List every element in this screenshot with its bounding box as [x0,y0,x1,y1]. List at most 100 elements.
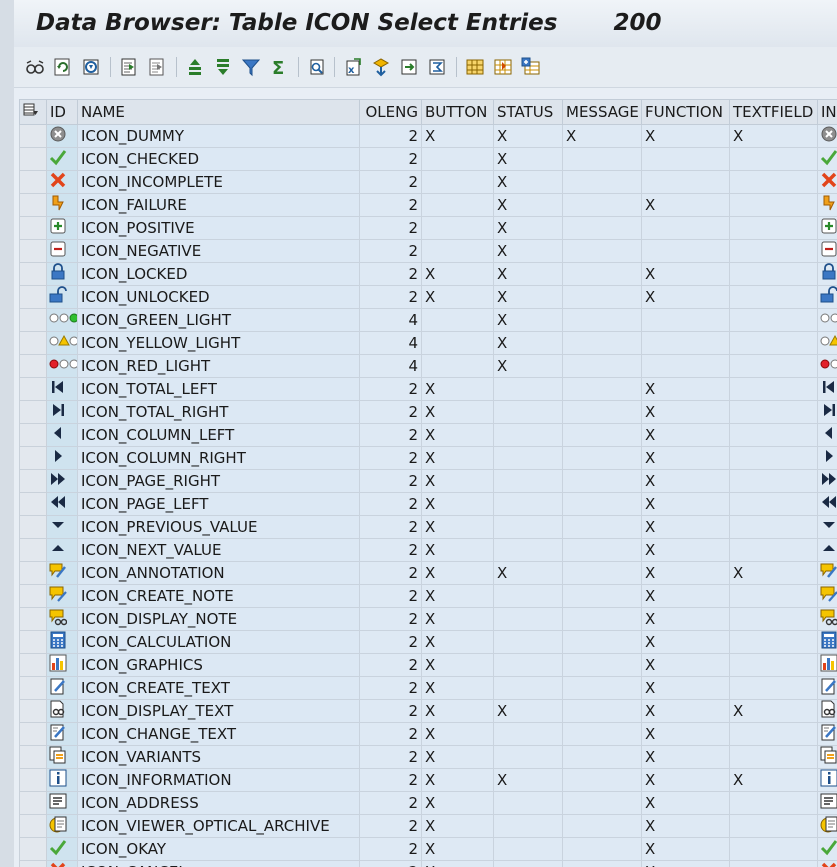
row-selector[interactable] [19,722,47,746]
textfield-cell[interactable] [729,515,818,539]
button-cell[interactable]: X [421,492,494,516]
row-selector[interactable] [19,308,47,332]
row-selector[interactable] [19,538,47,562]
icon-name-cell[interactable]: ICON_INCOMPLETE [77,170,360,194]
status-cell[interactable]: X [493,239,563,263]
status-cell[interactable] [493,745,563,769]
button-cell[interactable]: X [421,561,494,585]
button-cell[interactable]: X [421,814,494,838]
icon-name-cell[interactable]: ICON_RED_LIGHT [77,354,360,378]
textfield-cell[interactable]: X [729,561,818,585]
table-row[interactable]: ICON_GRAPHICS 2 X X [19,653,837,677]
sort-descending-icon[interactable] [212,56,234,78]
button-cell[interactable]: X [421,285,494,309]
message-cell[interactable] [562,400,642,424]
function-cell[interactable]: X [641,630,730,654]
button-cell[interactable]: X [421,377,494,401]
icon-name-cell[interactable]: ICON_ADDRESS [77,791,360,815]
oleng-cell[interactable]: 2 [359,423,422,447]
message-cell[interactable] [562,653,642,677]
export-icon[interactable]: x [342,56,364,78]
status-cell[interactable] [493,515,563,539]
textfield-cell[interactable]: X [729,124,818,148]
textfield-cell[interactable] [729,446,818,470]
icon-name-cell[interactable]: ICON_VARIANTS [77,745,360,769]
row-selector[interactable] [19,860,47,867]
function-cell[interactable] [641,239,730,263]
textfield-cell[interactable] [729,492,818,516]
function-cell[interactable]: X [641,607,730,631]
message-cell[interactable] [562,216,642,240]
oleng-cell[interactable]: 2 [359,239,422,263]
function-cell[interactable]: X [641,860,730,867]
message-cell[interactable] [562,377,642,401]
message-cell[interactable] [562,423,642,447]
row-selector[interactable] [19,239,47,263]
function-cell[interactable] [641,308,730,332]
message-cell[interactable] [562,147,642,171]
function-cell[interactable]: X [641,446,730,470]
table-row[interactable]: ICON_NEXT_VALUE 2 X X [19,538,837,562]
button-cell[interactable]: X [421,722,494,746]
oleng-cell[interactable]: 2 [359,285,422,309]
table-row[interactable]: ICON_INCOMPLETE 2 X [19,170,837,194]
message-cell[interactable] [562,607,642,631]
icon-name-cell[interactable]: ICON_COLUMN_RIGHT [77,446,360,470]
col-header-button[interactable]: BUTTON [421,99,494,125]
table-row[interactable]: ICON_CANCEL2XX [19,860,837,867]
message-cell[interactable] [562,561,642,585]
row-selector[interactable] [19,354,47,378]
change-layout-icon[interactable] [492,56,514,78]
status-cell[interactable] [493,584,563,608]
status-cell[interactable]: X [493,124,563,148]
message-cell[interactable] [562,515,642,539]
oleng-cell[interactable]: 2 [359,147,422,171]
function-cell[interactable] [641,216,730,240]
row-selector[interactable] [19,446,47,470]
status-cell[interactable]: X [493,193,563,217]
oleng-cell[interactable]: 4 [359,354,422,378]
oleng-cell[interactable]: 2 [359,814,422,838]
button-cell[interactable]: X [421,446,494,470]
table-row[interactable]: ICON_DISPLAY_TEXT 2 X X X X [19,699,837,723]
abc-analysis-icon[interactable] [426,56,448,78]
check-table-icon[interactable] [80,56,102,78]
icon-name-cell[interactable]: ICON_LOCKED [77,262,360,286]
filter-icon[interactable] [240,56,262,78]
status-cell[interactable] [493,538,563,562]
textfield-cell[interactable] [729,331,818,355]
status-cell[interactable]: X [493,561,563,585]
row-selector[interactable] [19,377,47,401]
details-icon[interactable] [118,56,140,78]
icon-name-cell[interactable]: ICON_UNLOCKED [77,285,360,309]
row-selector[interactable] [19,653,47,677]
button-cell[interactable]: X [421,423,494,447]
function-cell[interactable]: X [641,676,730,700]
function-cell[interactable]: X [641,768,730,792]
textfield-cell[interactable] [729,653,818,677]
message-cell[interactable] [562,630,642,654]
row-selector[interactable] [19,561,47,585]
button-cell[interactable] [421,308,494,332]
table-row[interactable]: ICON_ANNOTATION 2 X X X X [19,561,837,585]
row-selector[interactable] [19,492,47,516]
message-cell[interactable] [562,768,642,792]
details-alt-icon[interactable] [146,56,168,78]
button-cell[interactable] [421,216,494,240]
textfield-cell[interactable] [729,837,818,861]
table-row[interactable]: ICON_CHANGE_TEXT 2 X X [19,722,837,746]
col-header-textfield[interactable]: TEXTFIELD [729,99,818,125]
table-row[interactable]: ICON_PAGE_RIGHT 2 X X [19,469,837,493]
icon-name-cell[interactable]: ICON_TOTAL_LEFT [77,377,360,401]
status-cell[interactable] [493,791,563,815]
oleng-cell[interactable]: 2 [359,584,422,608]
oleng-cell[interactable]: 2 [359,561,422,585]
textfield-cell[interactable] [729,308,818,332]
status-cell[interactable] [493,423,563,447]
icon-name-cell[interactable]: ICON_TOTAL_RIGHT [77,400,360,424]
button-cell[interactable]: X [421,837,494,861]
row-selector[interactable] [19,607,47,631]
status-cell[interactable]: X [493,768,563,792]
row-selector[interactable] [19,699,47,723]
function-cell[interactable]: X [641,699,730,723]
